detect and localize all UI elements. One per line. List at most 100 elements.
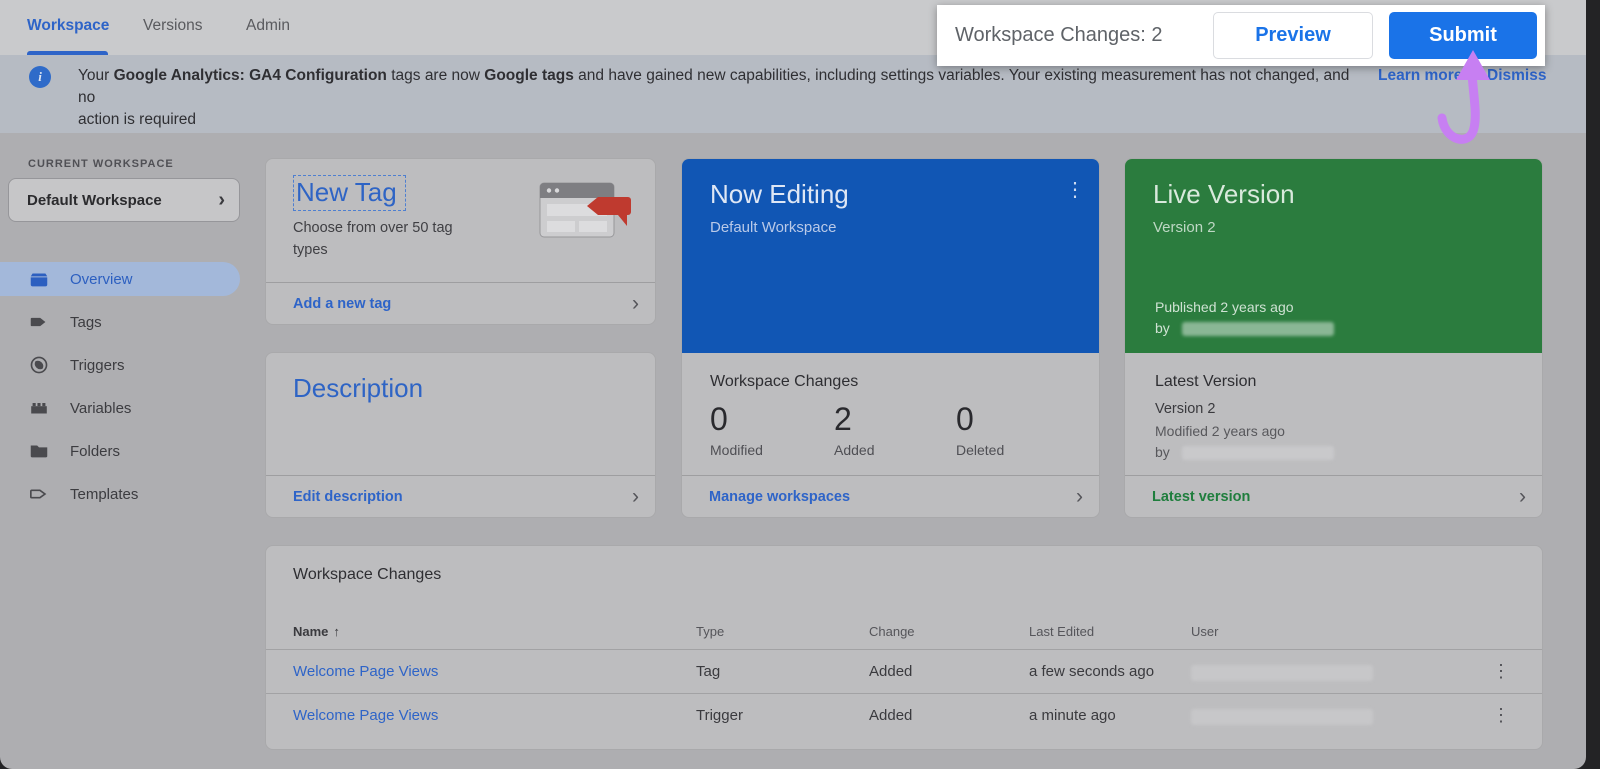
column-header-name[interactable]: Name↑ — [293, 624, 340, 639]
row-last-edited: a minute ago — [1029, 707, 1116, 724]
manage-workspaces-action[interactable]: Manage workspaces › — [682, 475, 1099, 517]
latest-modified-ago-text: Modified 2 years ago — [1155, 423, 1285, 439]
description-card: Description Edit description › — [265, 352, 656, 518]
table-header-row: Name↑ Type Change Last Edited User — [266, 616, 1542, 649]
sidebar-item-variables[interactable]: Variables — [0, 391, 240, 425]
published-ago-text: Published 2 years ago — [1155, 299, 1294, 315]
more-vertical-icon[interactable]: ⋮ — [1492, 705, 1510, 726]
new-tag-title[interactable]: New Tag — [293, 175, 406, 211]
more-vertical-icon[interactable]: ⋮ — [1065, 181, 1085, 199]
latest-version-label: Latest version — [1152, 489, 1519, 505]
redacted-publisher-name — [1182, 322, 1334, 336]
live-version-title: Live Version — [1153, 179, 1295, 210]
edit-description-action[interactable]: Edit description › — [266, 475, 655, 517]
column-header-type[interactable]: Type — [696, 624, 724, 639]
table-body: Welcome Page Views Tag Added a few secon… — [266, 649, 1542, 737]
stat-modified-value: 0 — [710, 401, 763, 438]
templates-icon — [28, 483, 50, 505]
redacted-modifier-name — [1182, 446, 1334, 460]
table-row: Welcome Page Views Trigger Added a minut… — [266, 693, 1542, 737]
info-icon: i — [29, 66, 51, 88]
description-title: Description — [293, 373, 423, 404]
sidebar-item-label: Templates — [70, 486, 138, 503]
workspace-selector[interactable]: Default Workspace › — [8, 178, 240, 222]
new-tag-card: New Tag Choose from over 50 tag types Ad… — [265, 158, 656, 325]
now-editing-subtitle: Default Workspace — [710, 219, 836, 236]
tab-workspace[interactable]: Workspace — [27, 17, 109, 35]
sidebar-item-overview[interactable]: Overview — [0, 262, 240, 296]
banner-message: Your Google Analytics: GA4 Configuration… — [78, 65, 1370, 131]
workspace-changes-heading: Workspace Changes — [710, 373, 858, 391]
workspace-selector-name: Default Workspace — [27, 192, 218, 209]
stat-added: 2 Added — [834, 401, 874, 458]
sidebar-item-label: Triggers — [70, 357, 124, 374]
row-type: Trigger — [696, 707, 743, 724]
overview-icon — [28, 268, 50, 290]
preview-button[interactable]: Preview — [1213, 12, 1373, 59]
row-change: Added — [869, 707, 912, 724]
now-editing-hero: Now Editing Default Workspace ⋮ — [682, 159, 1099, 353]
stat-deleted-label: Deleted — [956, 442, 1004, 458]
live-version-hero: Live Version Version 2 Published 2 years… — [1125, 159, 1542, 353]
submit-button[interactable]: Submit — [1389, 12, 1537, 59]
redacted-user-name — [1191, 665, 1373, 681]
banner-text-part: Your — [78, 67, 114, 84]
screenshot-root: Workspace Versions Admin i Your Google A… — [0, 0, 1600, 769]
sidebar-item-templates[interactable]: Templates — [0, 477, 240, 511]
banner-text-part: action is required — [78, 111, 196, 128]
sidebar-item-triggers[interactable]: Triggers — [0, 348, 240, 382]
tab-versions[interactable]: Versions — [143, 17, 202, 35]
stat-added-value: 2 — [834, 401, 874, 438]
latest-version-number: Version 2 — [1155, 401, 1215, 417]
sidebar-item-label: Variables — [70, 400, 131, 417]
banner-text-part: tags are now — [387, 67, 484, 84]
sidebar-item-tags[interactable]: Tags — [0, 305, 240, 339]
sidebar-item-folders[interactable]: Folders — [0, 434, 240, 468]
row-name-link[interactable]: Welcome Page Views — [293, 663, 438, 680]
now-editing-card: Now Editing Default Workspace ⋮ Workspac… — [681, 158, 1100, 518]
annotation-callout: Workspace Changes: 2 Preview Submit — [937, 5, 1545, 66]
ga4-info-banner: i Your Google Analytics: GA4 Configurati… — [0, 55, 1586, 133]
stat-modified-label: Modified — [710, 442, 763, 458]
column-header-user[interactable]: User — [1191, 624, 1218, 639]
latest-by-label: by — [1155, 444, 1170, 460]
sidebar-item-label: Overview — [70, 271, 133, 288]
chevron-right-icon: › — [632, 292, 639, 316]
add-new-tag-action[interactable]: Add a new tag › — [266, 282, 655, 324]
table-title: Workspace Changes — [293, 566, 441, 584]
new-tag-illustration-icon — [538, 181, 634, 248]
row-change: Added — [869, 663, 912, 680]
more-vertical-icon[interactable]: ⋮ — [1492, 661, 1510, 682]
variables-icon — [28, 397, 50, 419]
latest-version-heading: Latest Version — [1155, 373, 1256, 391]
chevron-right-icon: › — [218, 189, 225, 212]
row-name-link[interactable]: Welcome Page Views — [293, 707, 438, 724]
stat-deleted: 0 Deleted — [956, 401, 1004, 458]
tab-admin[interactable]: Admin — [246, 17, 290, 35]
column-header-last-edited[interactable]: Last Edited — [1029, 624, 1094, 639]
chevron-right-icon: › — [1519, 485, 1526, 509]
new-tag-subtitle: Choose from over 50 tag types — [293, 217, 478, 261]
now-editing-title: Now Editing — [710, 179, 849, 210]
learn-more-link[interactable]: Learn more — [1378, 67, 1462, 85]
stat-deleted-value: 0 — [956, 401, 1004, 438]
tags-icon — [28, 311, 50, 333]
published-by-label: by — [1155, 320, 1170, 336]
edit-description-label: Edit description — [293, 489, 632, 505]
stat-added-label: Added — [834, 442, 874, 458]
latest-version-action[interactable]: Latest version › — [1125, 475, 1542, 517]
sidebar-item-label: Folders — [70, 443, 120, 460]
triggers-icon — [28, 354, 50, 376]
row-last-edited: a few seconds ago — [1029, 663, 1154, 680]
banner-bold-google-tags: Google tags — [484, 67, 574, 84]
column-header-change[interactable]: Change — [869, 624, 915, 639]
live-version-card: Live Version Version 2 Published 2 years… — [1124, 158, 1543, 518]
row-type: Tag — [696, 663, 720, 680]
add-new-tag-label: Add a new tag — [293, 296, 632, 312]
gtm-window: Workspace Versions Admin i Your Google A… — [0, 0, 1586, 769]
redacted-user-name — [1191, 709, 1373, 725]
live-version-number: Version 2 — [1153, 219, 1216, 236]
current-workspace-label: CURRENT WORKSPACE — [28, 158, 174, 170]
dismiss-link[interactable]: Dismiss — [1487, 67, 1546, 85]
table-row: Welcome Page Views Tag Added a few secon… — [266, 649, 1542, 693]
